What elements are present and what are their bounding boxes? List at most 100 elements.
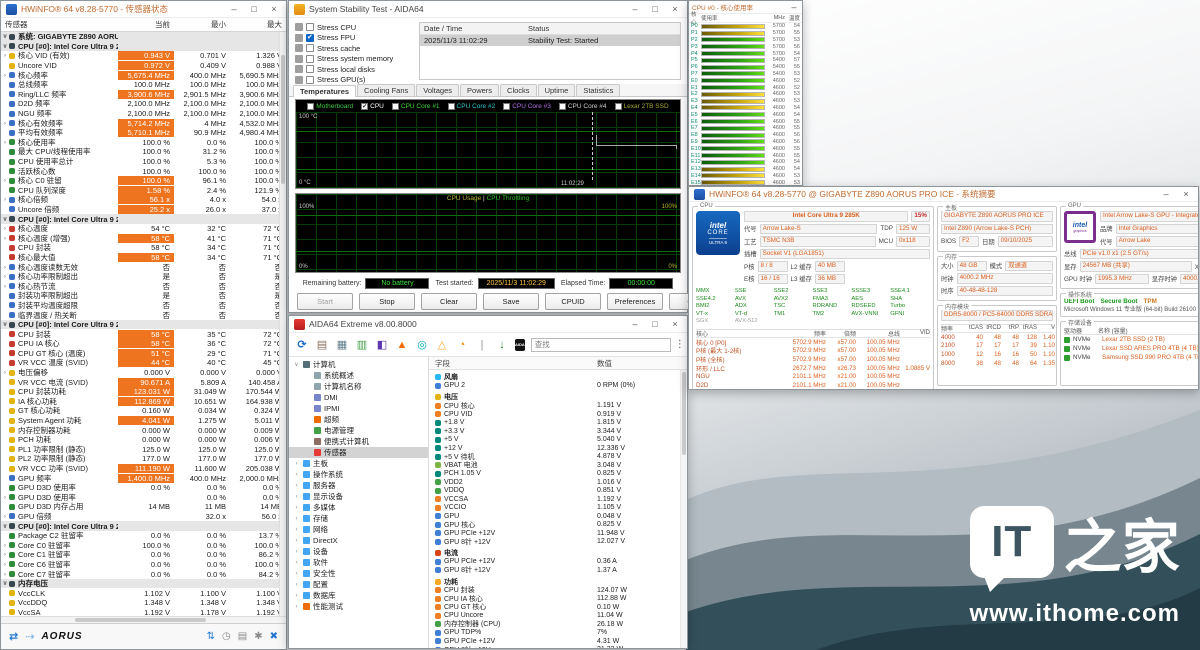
horizontal-scrollbar[interactable] xyxy=(1,616,286,623)
value-row[interactable]: 风扇 xyxy=(435,373,687,382)
stress-checkbox[interactable] xyxy=(306,44,314,52)
tree-item[interactable]: 传感器 xyxy=(289,447,428,458)
expand-caret-icon[interactable] xyxy=(1,541,9,550)
clock-icon[interactable]: ◷ xyxy=(222,631,231,642)
stability-tab[interactable]: Powers xyxy=(460,84,499,96)
expand-caret-icon[interactable] xyxy=(1,215,9,224)
minimize-icon[interactable]: – xyxy=(625,317,645,332)
value-row[interactable]: VCCIO 1.105 V xyxy=(435,504,687,513)
stress-checkbox[interactable] xyxy=(306,65,314,73)
kebab-menu-icon[interactable]: ⋮ xyxy=(675,339,685,350)
tree-item[interactable]: 计算机名称 xyxy=(289,381,428,392)
expand-caret-icon[interactable] xyxy=(1,195,9,204)
aida-badge-icon[interactable]: AIDA xyxy=(515,339,525,351)
expand-caret-icon[interactable] xyxy=(1,71,9,80)
value-row[interactable]: GPU TDP% 7% xyxy=(435,629,687,638)
prev-page-icon[interactable]: ⇄ xyxy=(9,630,18,643)
stress-checkbox[interactable] xyxy=(306,55,314,63)
value-row[interactable]: GPU 8针 +12V 1.37 A xyxy=(435,566,687,575)
expand-caret-icon[interactable] xyxy=(1,138,9,147)
value-row[interactable]: +1.8 V 1.815 V xyxy=(435,419,687,428)
sensor-row[interactable]: VccCLK 1.102 V 1.100 V 1.100 V xyxy=(1,588,286,598)
tree-item[interactable]: › DirectX xyxy=(289,535,428,546)
value-row[interactable]: VBAT 电池 3.048 V xyxy=(435,461,687,470)
expand-caret-icon[interactable] xyxy=(1,119,9,128)
maximize-icon[interactable]: □ xyxy=(645,2,665,17)
stability-tab[interactable]: Uptime xyxy=(538,84,576,96)
tree-item[interactable]: 系统概述 xyxy=(289,370,428,381)
tree-caret-icon[interactable]: › xyxy=(293,560,300,566)
tree-caret-icon[interactable]: › xyxy=(293,516,300,522)
stress-item[interactable]: Stress CPU xyxy=(295,22,413,33)
expand-caret-icon[interactable] xyxy=(1,368,9,377)
tree-caret-icon[interactable]: › xyxy=(293,571,300,577)
value-row[interactable]: 内存控制器 (CPU) 26.18 W xyxy=(435,620,687,629)
tree-item[interactable]: › 显示设备 xyxy=(289,491,428,502)
col-min[interactable]: 最小 xyxy=(174,19,230,30)
value-row[interactable]: +3.3 V 3.344 V xyxy=(435,427,687,436)
tree-item[interactable]: DMI xyxy=(289,392,428,403)
log-col-status[interactable]: Status xyxy=(528,24,680,33)
close-icon[interactable]: × xyxy=(665,2,685,17)
next-page-icon[interactable]: ⇢ xyxy=(25,630,34,643)
sensor-row[interactable]: 系统: GIGABYTE Z890 AORUS PRO ICE xyxy=(1,32,286,42)
col-value[interactable]: 数值 xyxy=(597,358,612,369)
close-icon[interactable]: × xyxy=(1176,187,1196,202)
sync-icon[interactable]: ⇅ xyxy=(207,631,215,642)
value-row[interactable]: 电流 xyxy=(435,549,687,558)
expand-caret-icon[interactable] xyxy=(1,51,9,60)
expand-caret-icon[interactable] xyxy=(1,263,9,272)
value-row[interactable]: GPU 2 0 RPM (0%) xyxy=(435,382,687,391)
sensor-row[interactable]: Uncore 倍频 25.2 x 26.0 x 37.0 x xyxy=(1,205,286,215)
tree-caret-icon[interactable]: › xyxy=(293,494,300,500)
tree-item[interactable]: › 配置 xyxy=(289,579,428,590)
value-row[interactable]: PCH 1.05 V 0.825 V xyxy=(435,470,687,479)
stability-button[interactable]: Start xyxy=(297,293,353,310)
legend-checkbox[interactable] xyxy=(392,103,399,110)
expand-caret-icon[interactable] xyxy=(1,224,9,233)
legend-item[interactable]: CPU Core #4 xyxy=(559,103,607,110)
col-current[interactable]: 当前 xyxy=(118,19,174,30)
sensor-row[interactable]: VccDDQ 1.348 V 1.348 V 1.348 V xyxy=(1,598,286,608)
stability-tab[interactable]: Temperatures xyxy=(293,85,356,97)
separator[interactable]: | xyxy=(475,338,489,352)
expand-caret-icon[interactable] xyxy=(1,570,9,579)
value-row[interactable]: +5 V 5.040 V xyxy=(435,436,687,445)
value-row[interactable]: VCCSA 1.192 V xyxy=(435,495,687,504)
overclock-icon[interactable]: ▲ xyxy=(395,338,409,352)
stress-checkbox[interactable] xyxy=(306,34,314,42)
col-field[interactable]: 字段 xyxy=(435,358,597,369)
stability-titlebar[interactable]: System Stability Test - AIDA64 – □ × xyxy=(289,1,687,18)
expand-caret-icon[interactable] xyxy=(1,42,9,51)
sensor-icon[interactable]: ◎ xyxy=(415,338,429,352)
tree-item[interactable]: 便携式计算机 xyxy=(289,436,428,447)
expand-caret-icon[interactable] xyxy=(1,176,9,185)
benchmark-icon[interactable]: △ xyxy=(435,338,449,352)
values-scrollbar[interactable] xyxy=(680,370,687,648)
col-max[interactable]: 最大 xyxy=(230,19,286,30)
stability-button[interactable]: Save xyxy=(483,293,539,310)
minimize-icon[interactable]: – xyxy=(788,2,800,13)
tree-item[interactable]: › 服务器 xyxy=(289,480,428,491)
report-icon[interactable]: ▤ xyxy=(238,631,247,642)
settings-gear-icon[interactable]: ✱ xyxy=(254,631,262,642)
legend-checkbox[interactable] xyxy=(503,103,510,110)
stability-tab[interactable]: Voltages xyxy=(416,84,459,96)
value-row[interactable]: CPU GT 核心 0.10 W xyxy=(435,603,687,612)
legend-checkbox[interactable] xyxy=(448,103,455,110)
stability-button[interactable]: Stop xyxy=(359,293,415,310)
stress-item[interactable]: Stress system memory xyxy=(295,54,413,65)
stability-button[interactable]: Preferences xyxy=(607,293,663,310)
legend-item[interactable]: CPU xyxy=(361,103,384,110)
report-icon[interactable]: ▤ xyxy=(315,338,329,352)
close-sensors-icon[interactable]: ✖ xyxy=(270,631,278,642)
log-col-datetime[interactable]: Date / Time xyxy=(420,24,528,33)
gpu-icon[interactable]: ◧ xyxy=(375,338,389,352)
tree-item[interactable]: › 安全性 xyxy=(289,568,428,579)
expand-caret-icon[interactable] xyxy=(1,234,9,243)
stress-checkbox[interactable] xyxy=(306,23,314,31)
memory-icon[interactable]: ▥ xyxy=(355,338,369,352)
tree-item[interactable]: › 操作系统 xyxy=(289,469,428,480)
stress-item[interactable]: Stress FPU xyxy=(295,33,413,44)
gauge-icon[interactable]: ◔ xyxy=(455,338,469,352)
